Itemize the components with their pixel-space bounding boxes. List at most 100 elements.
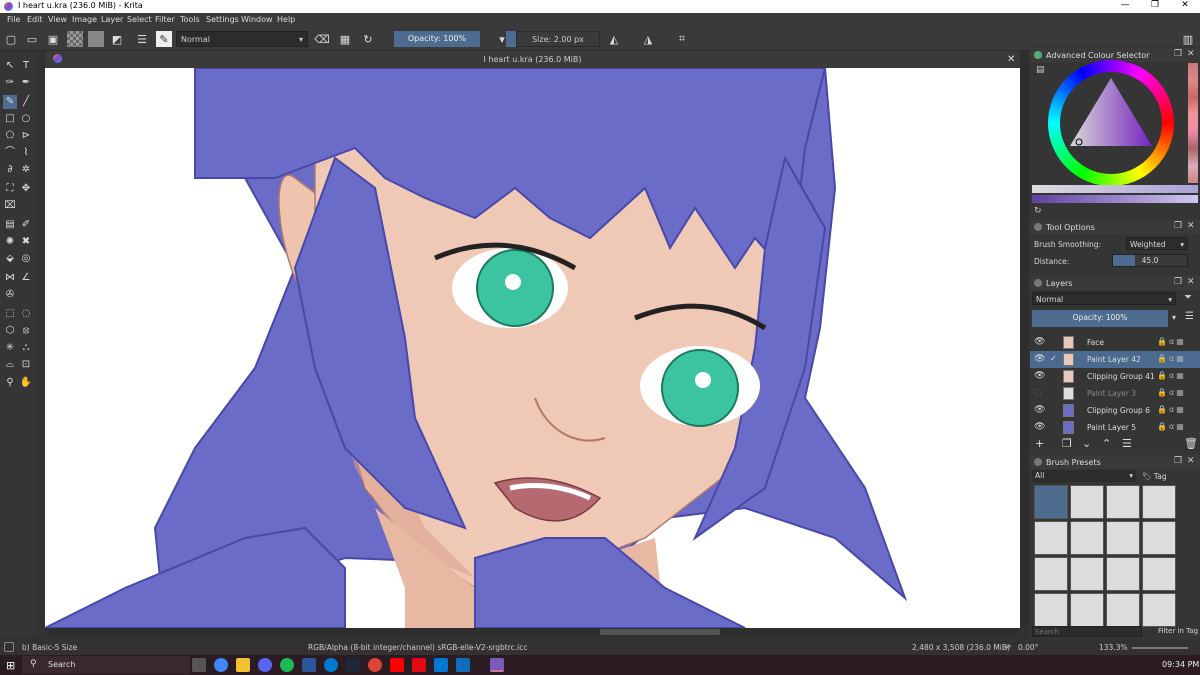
bezier-select-icon[interactable]: ⌓	[3, 358, 17, 372]
menu-layer[interactable]: Layer	[101, 15, 123, 24]
brush-preset-item[interactable]	[1142, 557, 1176, 591]
mail-icon[interactable]	[456, 658, 470, 672]
layer-row-face[interactable]: 👁 Face 🔒α▦	[1030, 334, 1200, 351]
layer-blend-select[interactable]: Normal ▾	[1032, 292, 1176, 305]
menu-settings[interactable]: Settings	[206, 15, 239, 24]
vertical-scrollbar[interactable]	[1020, 51, 1028, 628]
brush-preset-item[interactable]	[1070, 557, 1104, 591]
rect-select-icon[interactable]: ⬚	[3, 307, 17, 321]
crop-tool-icon[interactable]: ⌧	[3, 199, 17, 213]
brush-preset-item[interactable]	[1034, 557, 1068, 591]
outlook-icon[interactable]	[434, 658, 448, 672]
spotify-icon[interactable]	[280, 658, 294, 672]
multibrush-icon[interactable]: ✲	[19, 163, 33, 177]
mirror-vertical-icon[interactable]: ◮	[640, 31, 656, 47]
brush-preset-item[interactable]	[1070, 521, 1104, 555]
menu-file[interactable]: File	[7, 15, 20, 24]
save-icon[interactable]: ▣	[45, 31, 61, 47]
brush-preset-item[interactable]	[1070, 485, 1104, 519]
horizontal-scrollbar[interactable]	[45, 628, 1020, 636]
visibility-eye-icon[interactable]: 👁	[1034, 354, 1045, 364]
filter-in-tag-checkbox[interactable]: Filter in Tag	[1158, 627, 1198, 635]
layer-property-icons[interactable]: 🔒α▦	[1157, 422, 1186, 431]
ellipse-tool-icon[interactable]: ○	[19, 112, 33, 126]
outline-select-icon[interactable]: ⦻	[19, 324, 33, 338]
pattern-icon[interactable]	[88, 31, 104, 47]
layer-menu-icon[interactable]: ☰	[1185, 311, 1194, 322]
layer-row-paint-layer-5[interactable]: 👁 Paint Layer 5 🔒α▦	[1030, 419, 1200, 436]
similar-select-icon[interactable]: ⛬	[19, 341, 33, 355]
new-document-icon[interactable]: ▢	[3, 31, 19, 47]
fg-bg-color-icon[interactable]: ◩	[109, 31, 125, 47]
canvas[interactable]	[45, 68, 1020, 628]
brush-preset-item[interactable]	[1070, 593, 1104, 627]
pan-tool-icon[interactable]: ✋	[19, 376, 33, 390]
rotate-icon[interactable]: ↶	[1005, 643, 1011, 652]
zoom-tool-icon[interactable]: ⚲	[3, 376, 17, 390]
color-picker-icon[interactable]: ✐	[19, 218, 33, 232]
reload-preset-icon[interactable]: ↻	[360, 31, 376, 47]
layer-row-clipping-group-41[interactable]: 👁 Clipping Group 41 🔒α▦	[1030, 368, 1200, 385]
color-history-strip[interactable]	[1188, 63, 1198, 183]
measure-tool-icon[interactable]: ∠	[19, 271, 33, 285]
saturation-triangle[interactable]	[1048, 60, 1174, 186]
layer-row-paint-layer-3[interactable]: ◌ Paint Layer 3 🔒α▦	[1030, 385, 1200, 402]
layer-property-icons[interactable]: 🔒α▦	[1157, 354, 1186, 363]
size-slider-fill[interactable]	[506, 31, 516, 47]
wrap-around-icon[interactable]: ⌗	[674, 31, 690, 47]
zoom-slider[interactable]	[1132, 647, 1188, 649]
freehand-path-icon[interactable]: ⌇	[19, 146, 33, 160]
open-document-icon[interactable]: ▭	[24, 31, 40, 47]
opacity-dropdown-icon[interactable]: ▾	[1172, 313, 1176, 322]
mirror-horizontal-icon[interactable]: ◭	[606, 31, 622, 47]
delete-layer-icon[interactable]: 🗑	[1184, 437, 1198, 450]
visibility-eye-icon[interactable]: 👁	[1034, 337, 1045, 347]
visibility-eye-icon[interactable]: 👁	[1034, 422, 1045, 432]
word-icon[interactable]	[302, 658, 316, 672]
brush-filter-select[interactable]: All ▾	[1032, 470, 1136, 482]
close-icon[interactable]: ✕	[1175, 0, 1195, 10]
polyline-tool-icon[interactable]: ⊳	[19, 129, 33, 143]
move-layer-down-icon[interactable]: ⌄	[1082, 437, 1091, 450]
layer-property-icons[interactable]: 🔒α▦	[1157, 388, 1186, 397]
close-panel-icon[interactable]: ✕	[1187, 456, 1195, 466]
polygon-select-icon[interactable]: ⬡	[3, 324, 17, 338]
gradient-icon[interactable]	[67, 31, 83, 47]
edit-shapes-icon[interactable]: ✑	[3, 76, 17, 90]
krita-taskbar-icon[interactable]	[490, 658, 504, 672]
filter-layers-icon[interactable]: ⏷	[1184, 292, 1192, 303]
task-view-icon[interactable]	[192, 658, 206, 672]
select-shapes-icon[interactable]: ↖	[3, 59, 17, 73]
refresh-icon[interactable]: ↻	[1034, 206, 1042, 216]
brush-preset-item[interactable]	[1142, 521, 1176, 555]
line-tool-icon[interactable]: ╱	[19, 95, 33, 109]
layer-opacity-slider[interactable]: Opacity: 100%	[1032, 310, 1168, 327]
contiguous-select-icon[interactable]: ✳	[3, 341, 17, 355]
chrome-icon[interactable]	[214, 658, 228, 672]
eraser-icon[interactable]: ⌫	[314, 31, 330, 47]
tag-button[interactable]: 🏷 Tag	[1142, 472, 1167, 481]
move-layer-up-icon[interactable]: ⌃	[1102, 437, 1111, 450]
layer-property-icons[interactable]: 🔒α▦	[1157, 371, 1186, 380]
add-layer-icon[interactable]: +	[1035, 437, 1044, 450]
magnetic-select-icon[interactable]: ⊡	[19, 358, 33, 372]
menu-image[interactable]: Image	[72, 15, 97, 24]
minimize-icon[interactable]: —	[1115, 0, 1135, 10]
lightness-slider[interactable]	[1032, 185, 1198, 193]
size-slider[interactable]: Size: 2.00 px	[516, 31, 600, 47]
hue-ring[interactable]	[1048, 60, 1174, 186]
brush-preset-icon[interactable]: ✎	[156, 31, 172, 47]
document-tab-title[interactable]: I heart u.kra (236.0 MiB)	[45, 55, 1020, 64]
edge-icon[interactable]	[324, 658, 338, 672]
taskbar-search[interactable]: ⚲ Search	[22, 656, 190, 674]
brush-preset-item[interactable]	[1142, 485, 1176, 519]
brush-preset-item[interactable]	[1106, 521, 1140, 555]
discord-icon[interactable]	[258, 658, 272, 672]
dynamic-brush-icon[interactable]: ∂	[3, 163, 17, 177]
duplicate-layer-icon[interactable]: ❐	[1062, 437, 1072, 450]
layer-row-paint-layer-42[interactable]: 👁 ✓ Paint Layer 42 🔒α▦	[1030, 351, 1200, 368]
move-tool-icon[interactable]: ✥	[19, 182, 33, 196]
menu-view[interactable]: View	[48, 15, 67, 24]
reference-images-icon[interactable]: ✇	[3, 288, 17, 302]
youtube-icon[interactable]	[390, 658, 404, 672]
